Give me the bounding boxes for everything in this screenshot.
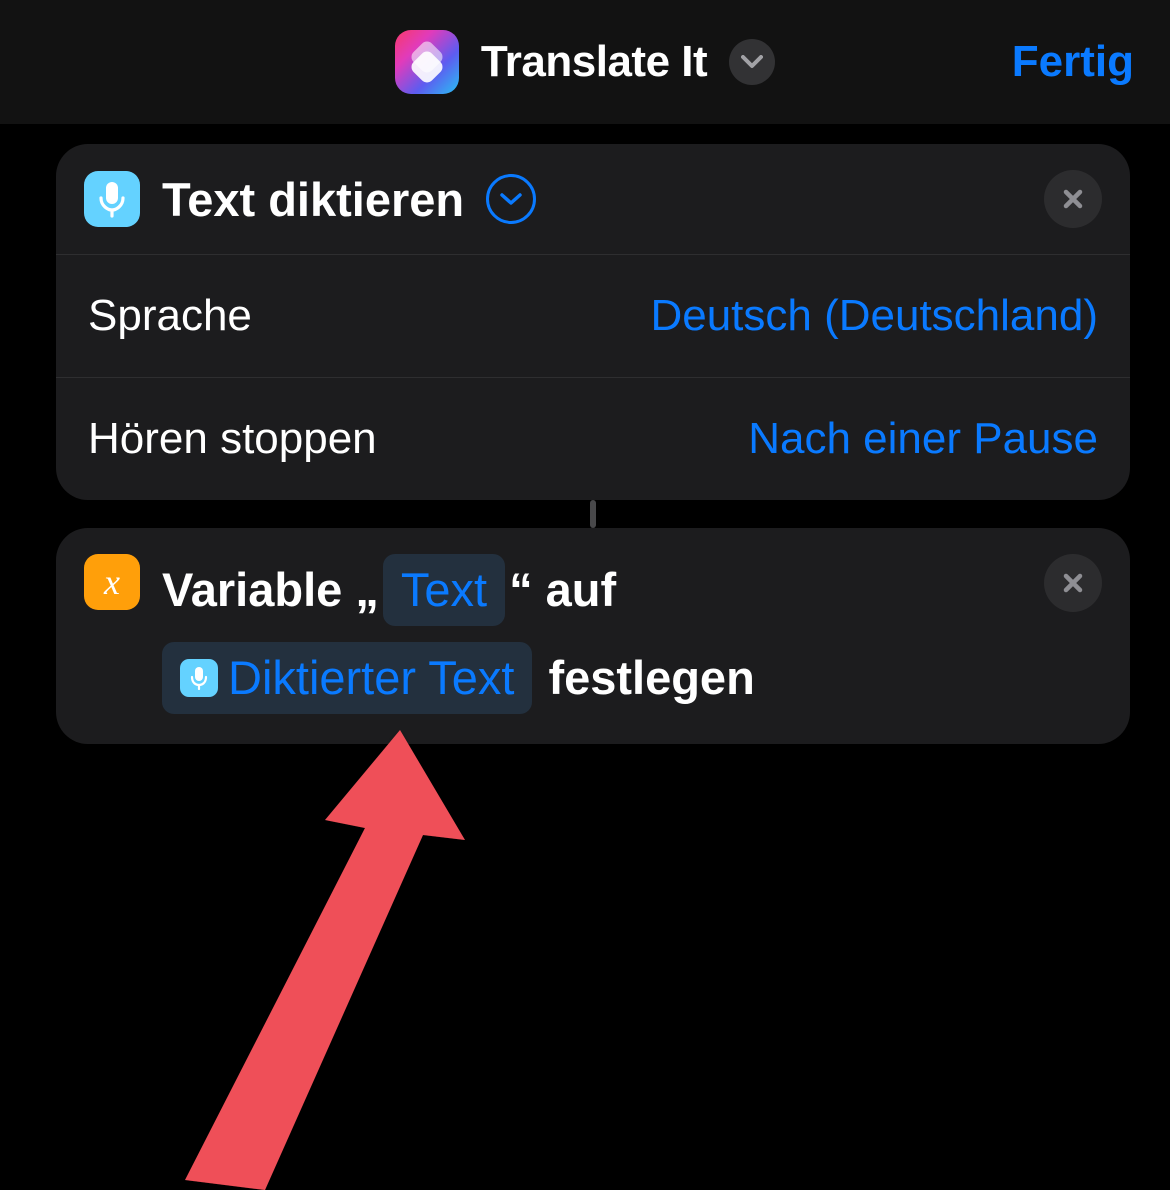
editor-content: Text diktieren Sprache Deutsch (Deutschl… <box>0 124 1170 744</box>
action-title: Text diktieren <box>162 172 464 227</box>
variable-value-token[interactable]: Diktierter Text <box>162 642 532 714</box>
param-row-stop-listening[interactable]: Hören stoppen Nach einer Pause <box>56 377 1130 500</box>
text-prefix: Variable „ <box>162 556 379 624</box>
shortcut-title: Translate It <box>481 37 707 87</box>
remove-action-button[interactable] <box>1044 554 1102 612</box>
param-value[interactable]: Nach einer Pause <box>748 414 1098 464</box>
action-sentence: Variable „ Text “ auf Diktierter Text fe… <box>162 554 1022 714</box>
param-value[interactable]: Deutsch (Deutschland) <box>650 291 1098 341</box>
navbar-center[interactable]: Translate It <box>395 30 775 94</box>
collapse-toggle[interactable] <box>486 174 536 224</box>
action-set-variable[interactable]: x Variable „ Text “ auf Diktierter Text … <box>56 528 1130 744</box>
variable-name-token[interactable]: Text <box>383 554 505 626</box>
param-row-language[interactable]: Sprache Deutsch (Deutschland) <box>56 254 1130 377</box>
title-menu-button[interactable] <box>729 39 775 85</box>
action-connector <box>590 500 596 528</box>
param-label: Sprache <box>88 291 252 341</box>
remove-action-button[interactable] <box>1044 170 1102 228</box>
text-mid: “ auf <box>509 556 616 624</box>
text-suffix: festlegen <box>548 644 754 712</box>
chevron-down-icon <box>499 192 523 206</box>
chevron-down-icon <box>741 55 763 69</box>
shortcuts-app-icon <box>395 30 459 94</box>
close-icon <box>1061 571 1085 595</box>
microphone-icon <box>180 659 218 697</box>
param-label: Hören stoppen <box>88 414 377 464</box>
navbar: Translate It Fertig <box>0 0 1170 124</box>
done-button[interactable]: Fertig <box>1012 37 1134 87</box>
microphone-icon <box>84 171 140 227</box>
action-header: Text diktieren <box>56 144 1130 254</box>
variable-icon: x <box>84 554 140 610</box>
annotation-arrow <box>175 730 485 1190</box>
action-dictate-text[interactable]: Text diktieren Sprache Deutsch (Deutschl… <box>56 144 1130 500</box>
close-icon <box>1061 187 1085 211</box>
action-body: x Variable „ Text “ auf Diktierter Text … <box>56 528 1130 744</box>
